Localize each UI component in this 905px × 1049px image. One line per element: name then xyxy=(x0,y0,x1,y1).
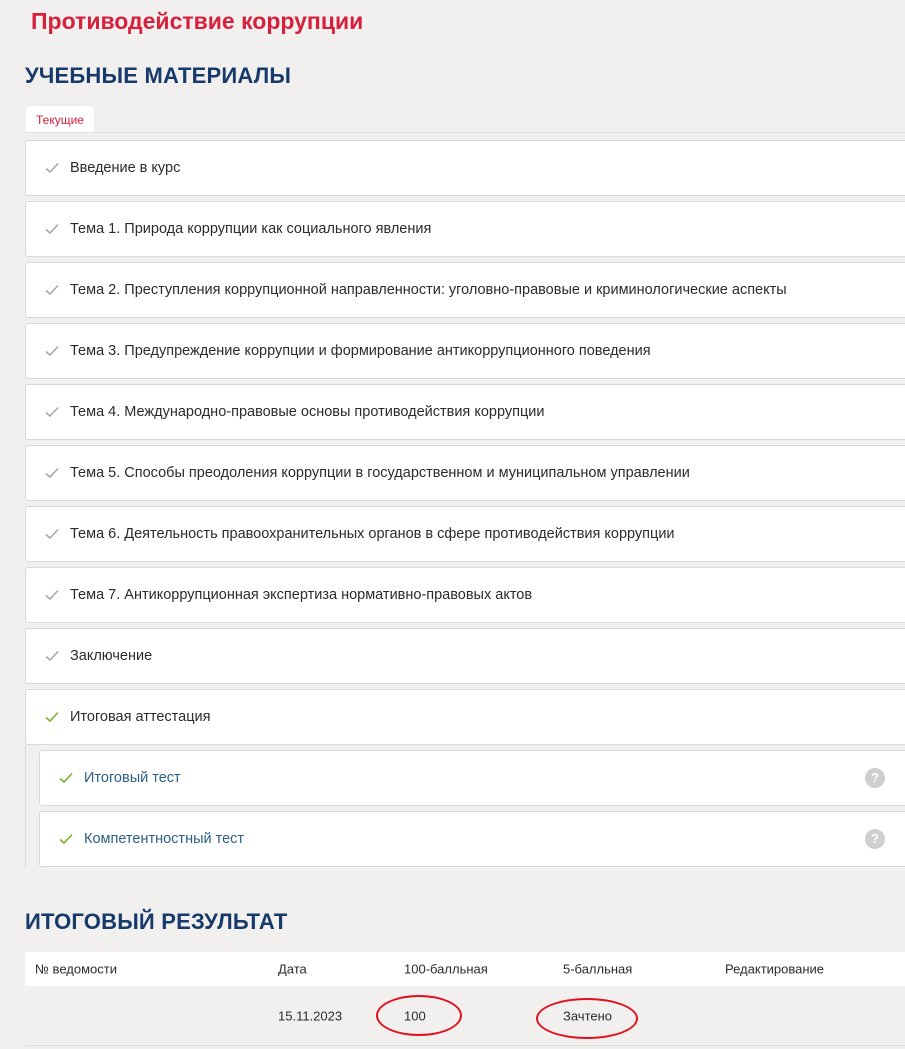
check-icon xyxy=(45,588,59,602)
result-heading: ИТОГОВЫЙ РЕЗУЛЬТАТ xyxy=(25,909,288,934)
check-icon xyxy=(45,344,59,358)
course-title: Противодействие коррупции xyxy=(31,8,364,34)
list-item[interactable]: Заключение xyxy=(25,628,905,684)
check-icon xyxy=(45,527,59,541)
help-icon[interactable]: ? xyxy=(865,768,885,788)
list-item-label: Заключение xyxy=(70,647,153,664)
list-item[interactable]: Тема 4. Международно-правовые основы про… xyxy=(25,384,905,440)
list-item[interactable]: Введение в курс xyxy=(25,140,905,196)
check-icon xyxy=(45,649,59,663)
tab-divider xyxy=(25,132,905,133)
check-icon xyxy=(59,771,73,785)
sub-list-item[interactable]: Итоговый тест? xyxy=(39,750,905,806)
list-item-label: Тема 1. Природа коррупции как социальног… xyxy=(70,220,432,237)
list-item[interactable]: Итоговая аттестация xyxy=(25,689,905,745)
list-item-label: Тема 5. Способы преодоления коррупции в … xyxy=(70,464,690,481)
help-icon[interactable]: ? xyxy=(865,829,885,849)
check-icon xyxy=(45,161,59,175)
sub-list-item[interactable]: Компетентностный тест? xyxy=(39,811,905,867)
list-item[interactable]: Тема 1. Природа коррупции как социальног… xyxy=(25,201,905,257)
check-icon xyxy=(45,710,59,724)
tab-current[interactable]: Текущие xyxy=(25,105,95,132)
check-icon xyxy=(45,222,59,236)
annotation-oval-score100 xyxy=(376,995,462,1036)
sub-list-item-label: Компетентностный тест xyxy=(84,830,245,847)
col-header-edit: Редактирование xyxy=(725,961,825,977)
list-item[interactable]: Тема 7. Антикоррупционная экспертиза нор… xyxy=(25,567,905,623)
check-icon xyxy=(59,832,73,846)
check-icon xyxy=(45,466,59,480)
list-item[interactable]: Тема 6. Деятельность правоохранительных … xyxy=(25,506,905,562)
check-icon xyxy=(45,405,59,419)
table-row: 15.11.2023 100 Зачтено xyxy=(25,987,905,1046)
list-item-label: Тема 2. Преступления коррупционной напра… xyxy=(70,281,787,298)
list-item[interactable]: Тема 5. Способы преодоления коррупции в … xyxy=(25,445,905,501)
col-header-number: № ведомости xyxy=(35,961,117,977)
list-item-label: Тема 4. Международно-правовые основы про… xyxy=(70,403,545,420)
list-item-label: Тема 3. Предупреждение коррупции и форми… xyxy=(70,342,651,359)
tree-connector xyxy=(25,746,26,867)
col-header-score100: 100-балльная xyxy=(404,961,488,977)
list-item-label: Введение в курс xyxy=(70,159,181,176)
list-item[interactable]: Тема 3. Предупреждение коррупции и форми… xyxy=(25,323,905,379)
cell-date: 15.11.2023 xyxy=(278,1008,343,1024)
check-icon xyxy=(45,283,59,297)
list-item-label: Тема 6. Деятельность правоохранительных … xyxy=(70,525,675,542)
annotation-oval-score5 xyxy=(536,998,638,1039)
list-item[interactable]: Тема 2. Преступления коррупционной напра… xyxy=(25,262,905,318)
materials-heading: УЧЕБНЫЕ МАТЕРИАЛЫ xyxy=(25,63,292,88)
sub-list-item-label: Итоговый тест xyxy=(84,769,181,786)
col-header-date: Дата xyxy=(278,961,307,977)
col-header-score5: 5-балльная xyxy=(563,961,633,977)
result-table-header: № ведомости Дата 100-балльная 5-балльная… xyxy=(25,952,905,986)
list-item-label: Итоговая аттестация xyxy=(70,708,211,725)
list-item-label: Тема 7. Антикоррупционная экспертиза нор… xyxy=(70,586,533,603)
